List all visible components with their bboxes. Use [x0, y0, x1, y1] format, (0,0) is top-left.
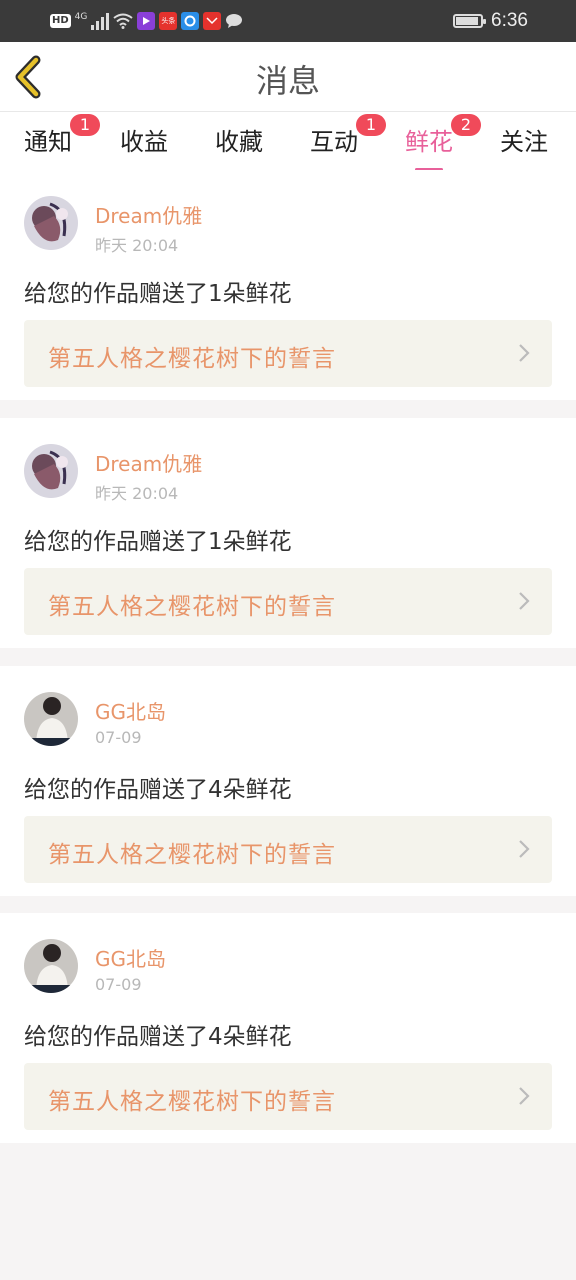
message-time: 昨天 20:04 [95, 484, 179, 503]
message-card: GG北岛 07-09 给您的作品赠送了4朵鲜花 第五人格之樱花树下的誓言 [0, 913, 576, 1143]
sender-name[interactable]: GG北岛 [95, 943, 166, 972]
tab-label: 互动 [310, 128, 358, 156]
message-time: 07-09 [95, 728, 142, 747]
message-card: GG北岛 07-09 给您的作品赠送了4朵鲜花 第五人格之樱花树下的誓言 [0, 666, 576, 896]
work-title: 第五人格之樱花树下的誓言 [48, 346, 336, 372]
message-text: 给您的作品赠送了1朵鲜花 [24, 281, 292, 307]
unread-badge: 2 [451, 114, 481, 136]
tab-flowers[interactable]: 鲜花 2 [405, 114, 481, 171]
work-link[interactable]: 第五人格之樱花树下的誓言 [24, 1063, 552, 1130]
status-right: 6:36 [453, 10, 528, 32]
message-time: 昨天 20:04 [95, 236, 179, 255]
toutiao-app-icon: 头条 [159, 12, 178, 30]
work-title: 第五人格之樱花树下的誓言 [48, 842, 336, 868]
work-link[interactable]: 第五人格之樱花树下的誓言 [24, 320, 552, 387]
avatar[interactable] [24, 939, 78, 993]
work-link[interactable]: 第五人格之樱花树下的誓言 [24, 568, 552, 635]
tab-follow[interactable]: 关注 [500, 122, 548, 162]
work-title: 第五人格之樱花树下的誓言 [48, 594, 336, 620]
avatar[interactable] [24, 196, 78, 250]
message-text: 给您的作品赠送了4朵鲜花 [24, 1024, 292, 1050]
tab-label: 鲜花 [405, 128, 453, 156]
status-icons: HD 4G 头条 [50, 10, 243, 32]
message-app-icon [225, 13, 243, 29]
work-title: 第五人格之樱花树下的誓言 [48, 1089, 336, 1115]
page-title: 消息 [255, 62, 320, 100]
sender-name[interactable]: GG北岛 [95, 696, 166, 725]
video-app-icon [137, 12, 156, 30]
hd-indicator: HD [50, 14, 71, 28]
tab-label: 收益 [120, 128, 168, 156]
browser-app-icon [181, 12, 200, 30]
tab-favorites[interactable]: 收藏 [215, 122, 263, 162]
message-time: 07-09 [95, 975, 142, 994]
status-bar: HD 4G 头条 6:36 [0, 0, 576, 42]
huawei-app-icon [203, 12, 222, 30]
unread-badge: 1 [356, 114, 386, 136]
chevron-right-icon [519, 1087, 530, 1105]
sender-name[interactable]: Dream仇雅 [95, 200, 202, 229]
avatar[interactable] [24, 692, 78, 746]
clock: 6:36 [491, 10, 528, 31]
tab-interactions[interactable]: 互动 1 [310, 114, 386, 162]
message-text: 给您的作品赠送了1朵鲜花 [24, 529, 292, 555]
tab-earnings[interactable]: 收益 [120, 122, 168, 162]
tab-label: 收藏 [215, 128, 263, 156]
tab-notifications[interactable]: 通知 1 [24, 114, 100, 162]
wifi-icon [113, 13, 133, 29]
avatar[interactable] [24, 444, 78, 498]
chevron-right-icon [519, 344, 530, 362]
header: 消息 [0, 42, 576, 112]
message-card: Dream仇雅 昨天 20:04 给您的作品赠送了1朵鲜花 第五人格之樱花树下的… [0, 170, 576, 400]
tab-bar: 通知 1 收益 收藏 互动 1 鲜花 2 关注 [0, 112, 576, 171]
message-card: Dream仇雅 昨天 20:04 给您的作品赠送了1朵鲜花 第五人格之樱花树下的… [0, 418, 576, 648]
work-link[interactable]: 第五人格之樱花树下的誓言 [24, 816, 552, 883]
battery-icon [453, 14, 487, 28]
tab-label: 通知 [24, 128, 72, 156]
message-text: 给您的作品赠送了4朵鲜花 [24, 777, 292, 803]
tab-label: 关注 [500, 128, 548, 156]
signal-icon [91, 12, 110, 30]
chevron-right-icon [519, 840, 530, 858]
chevron-right-icon [519, 592, 530, 610]
sender-name[interactable]: Dream仇雅 [95, 448, 202, 477]
unread-badge: 1 [70, 114, 100, 136]
network-type: 4G [74, 12, 88, 22]
